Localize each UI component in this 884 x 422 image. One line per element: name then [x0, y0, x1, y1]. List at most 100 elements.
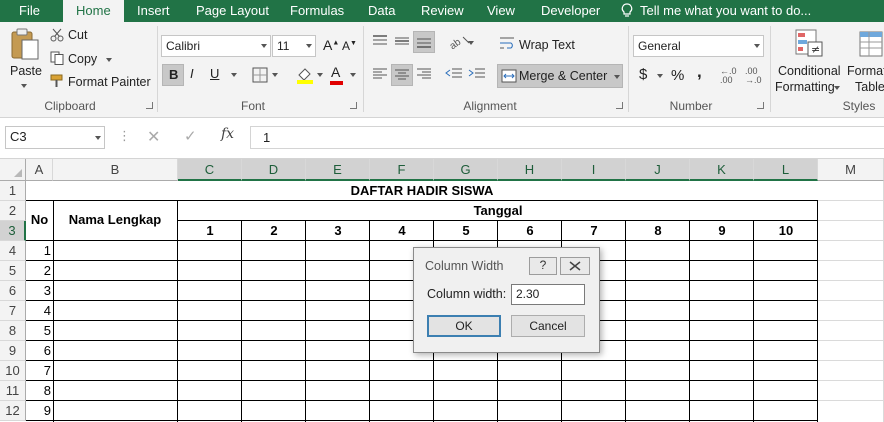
- help-button[interactable]: ?: [529, 257, 557, 275]
- row-number-cell[interactable]: 5: [26, 323, 51, 338]
- row-number-cell[interactable]: 2: [26, 263, 51, 278]
- formula-input[interactable]: 1: [250, 126, 884, 149]
- row-header-5[interactable]: 5: [0, 261, 26, 281]
- row-header-12[interactable]: 12: [0, 401, 26, 421]
- fill-color-icon[interactable]: [296, 66, 314, 84]
- row-header-10[interactable]: 10: [0, 361, 26, 381]
- row-number-cell[interactable]: 3: [26, 283, 51, 298]
- merge-center-button[interactable]: Merge & Center: [497, 64, 623, 88]
- increase-decimal-icon[interactable]: ←.0.00: [720, 67, 737, 85]
- row-header-3[interactable]: 3: [0, 221, 26, 241]
- fill-color-dropdown-icon[interactable]: [317, 73, 323, 77]
- row-number-cell[interactable]: 4: [26, 303, 51, 318]
- date-cell[interactable]: 8: [626, 223, 690, 238]
- column-header-c[interactable]: C: [178, 159, 242, 181]
- align-middle-icon[interactable]: [393, 34, 411, 48]
- format-as-table-icon[interactable]: [858, 30, 884, 58]
- select-all-corner[interactable]: [0, 159, 26, 181]
- column-header-i[interactable]: I: [562, 159, 626, 181]
- date-cell[interactable]: 9: [690, 223, 754, 238]
- tell-me-search[interactable]: Tell me what you want to do...: [640, 0, 811, 22]
- currency-button[interactable]: $: [639, 66, 647, 83]
- tab-formulas[interactable]: Formulas: [290, 0, 344, 22]
- font-launcher-icon[interactable]: [350, 102, 357, 109]
- insert-function-button[interactable]: fx: [221, 126, 234, 142]
- format-painter-button[interactable]: Format Painter: [68, 75, 151, 89]
- italic-button[interactable]: I: [190, 66, 194, 81]
- clipboard-launcher-icon[interactable]: [146, 102, 153, 109]
- date-cell[interactable]: 2: [242, 223, 306, 238]
- row-number-cell[interactable]: 1: [26, 243, 51, 258]
- close-button[interactable]: [560, 257, 590, 275]
- row-header-11[interactable]: 11: [0, 381, 26, 401]
- column-header-h[interactable]: H: [498, 159, 562, 181]
- column-header-l[interactable]: L: [754, 159, 818, 181]
- format-as-table-line2[interactable]: Table: [855, 80, 884, 94]
- align-bottom-button[interactable]: [413, 31, 435, 53]
- font-name-combo[interactable]: Calibri: [161, 35, 271, 57]
- date-cell[interactable]: 4: [370, 223, 434, 238]
- column-header-m[interactable]: M: [818, 159, 884, 181]
- comma-button[interactable]: ,: [697, 62, 702, 82]
- increase-indent-icon[interactable]: [468, 67, 486, 81]
- row-header-1[interactable]: 1: [0, 181, 26, 201]
- format-as-table-line1[interactable]: Format: [847, 64, 884, 78]
- paste-icon[interactable]: [10, 28, 40, 60]
- row-number-cell[interactable]: 6: [26, 343, 51, 358]
- row-number-cell[interactable]: 9: [26, 403, 51, 418]
- align-right-icon[interactable]: [415, 67, 433, 81]
- conditional-formatting-line2[interactable]: Formatting: [775, 80, 835, 94]
- column-width-input[interactable]: 2.30: [511, 284, 585, 305]
- column-header-k[interactable]: K: [690, 159, 754, 181]
- alignment-launcher-icon[interactable]: [616, 102, 623, 109]
- align-top-icon[interactable]: [371, 34, 389, 48]
- conditional-formatting-line1[interactable]: Conditional: [778, 64, 841, 78]
- cut-button[interactable]: Cut: [68, 28, 87, 42]
- paste-button[interactable]: Paste: [10, 64, 42, 78]
- grow-font-icon[interactable]: A▲: [323, 37, 339, 53]
- tab-insert[interactable]: Insert: [137, 0, 170, 22]
- row-header-7[interactable]: 7: [0, 301, 26, 321]
- decrease-indent-icon[interactable]: [445, 67, 463, 81]
- column-header-a[interactable]: A: [26, 159, 53, 181]
- number-format-combo[interactable]: General: [633, 35, 764, 57]
- ok-button[interactable]: OK: [427, 315, 501, 337]
- orientation-dropdown-icon[interactable]: [468, 41, 474, 45]
- column-header-d[interactable]: D: [242, 159, 306, 181]
- borders-dropdown-icon[interactable]: [272, 73, 278, 77]
- decrease-decimal-icon[interactable]: .00 →.0: [745, 67, 762, 85]
- percent-button[interactable]: %: [671, 67, 684, 84]
- column-header-e[interactable]: E: [306, 159, 370, 181]
- row-header-8[interactable]: 8: [0, 321, 26, 341]
- align-left-icon[interactable]: [371, 67, 389, 81]
- font-color-dropdown-icon[interactable]: [350, 73, 356, 77]
- date-cell[interactable]: 7: [562, 223, 626, 238]
- number-launcher-icon[interactable]: [757, 102, 764, 109]
- copy-dropdown-icon[interactable]: [106, 58, 112, 62]
- row-header-4[interactable]: 4: [0, 241, 26, 261]
- tab-developer[interactable]: Developer: [541, 0, 600, 22]
- bold-button[interactable]: B: [162, 64, 184, 86]
- date-cell[interactable]: 5: [434, 223, 498, 238]
- sheet-title[interactable]: DAFTAR HADIR SISWA: [26, 183, 818, 198]
- underline-dropdown-icon[interactable]: [231, 73, 237, 77]
- date-header[interactable]: Tanggal: [178, 203, 818, 218]
- underline-button[interactable]: U: [210, 66, 219, 81]
- column-header-j[interactable]: J: [626, 159, 690, 181]
- tab-review[interactable]: Review: [421, 0, 464, 22]
- font-color-button[interactable]: A: [330, 64, 343, 85]
- currency-dropdown-icon[interactable]: [657, 74, 663, 78]
- tab-file[interactable]: File: [19, 0, 40, 22]
- column-header-f[interactable]: F: [370, 159, 434, 181]
- name-box[interactable]: C3: [5, 126, 105, 149]
- paste-dropdown-icon[interactable]: [21, 84, 27, 88]
- tab-data[interactable]: Data: [368, 0, 395, 22]
- wrap-text-button[interactable]: Wrap Text: [519, 38, 575, 52]
- name-header[interactable]: Nama Lengkap: [53, 212, 177, 227]
- column-header-b[interactable]: B: [53, 159, 178, 181]
- cancel-button[interactable]: Cancel: [511, 315, 585, 337]
- tab-page-layout[interactable]: Page Layout: [196, 0, 269, 22]
- column-header-g[interactable]: G: [434, 159, 498, 181]
- conditional-dropdown-icon[interactable]: [834, 86, 840, 90]
- font-size-combo[interactable]: 11: [272, 35, 316, 57]
